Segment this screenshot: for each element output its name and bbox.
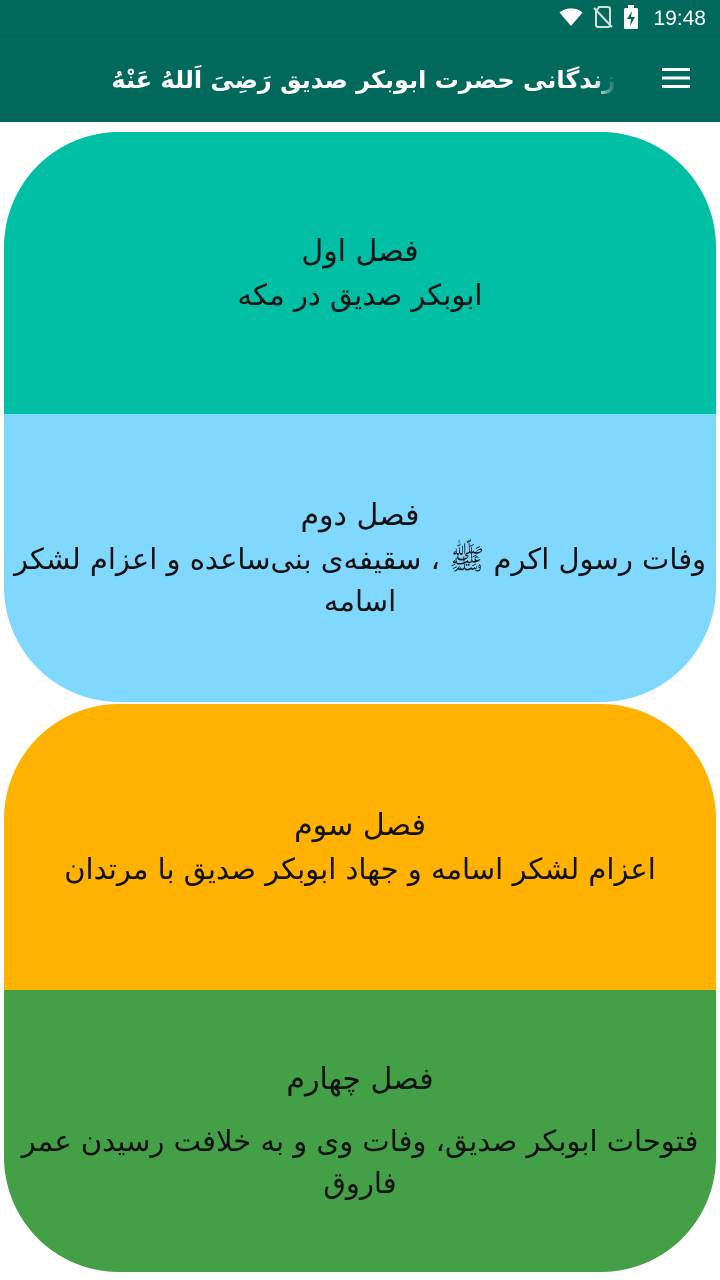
no-sim-icon	[593, 6, 614, 32]
status-bar: 19:48	[0, 0, 720, 38]
battery-charging-icon	[623, 5, 639, 33]
chapter-title: فصل دوم	[300, 498, 420, 533]
menu-button[interactable]	[652, 56, 700, 104]
chapter-subtitle: اعزام لشکر اسامه و جهاد ابوبکر صدیق با م…	[64, 852, 656, 886]
app-title: زندگانی حضرت ابوبکر صدیق رَضِیَ اَللهُ ع…	[111, 66, 616, 94]
app-bar: زندگانی حضرت ابوبکر صدیق رَضِیَ اَللهُ ع…	[0, 38, 720, 122]
chapter-title: فصل چهارم	[286, 1062, 434, 1097]
chapter-title: فصل اول	[301, 234, 419, 269]
chapter-subtitle: ابوبکر صدیق در مکه	[237, 278, 483, 312]
chapter-card-3[interactable]: فصل سوم اعزام لشکر اسامه و جهاد ابوبکر ص…	[4, 704, 716, 990]
chapter-card-1[interactable]: فصل اول ابوبکر صدیق در مکه	[4, 132, 716, 414]
status-time: 19:48	[653, 7, 706, 30]
chapter-subtitle: وفات رسول اکرم ﷺ ، سقیفه‌ی بنی‌ساعده و ا…	[13, 542, 707, 618]
chapter-list: فصل اول ابوبکر صدیق در مکه فصل دوم وفات …	[0, 122, 720, 1280]
chapter-card-2[interactable]: فصل دوم وفات رسول اکرم ﷺ ، سقیفه‌ی بنی‌س…	[4, 414, 716, 702]
chapter-card-4[interactable]: فصل چهارم فتوحات ابوبکر صدیق، وفات وی و …	[4, 990, 716, 1272]
status-icons: 19:48	[559, 0, 706, 38]
hamburger-menu-icon	[661, 66, 691, 94]
chapter-title: فصل سوم	[294, 808, 426, 843]
wifi-icon	[559, 7, 583, 31]
chapter-subtitle: فتوحات ابوبکر صدیق، وفات وی و به خلافت ر…	[21, 1124, 699, 1200]
